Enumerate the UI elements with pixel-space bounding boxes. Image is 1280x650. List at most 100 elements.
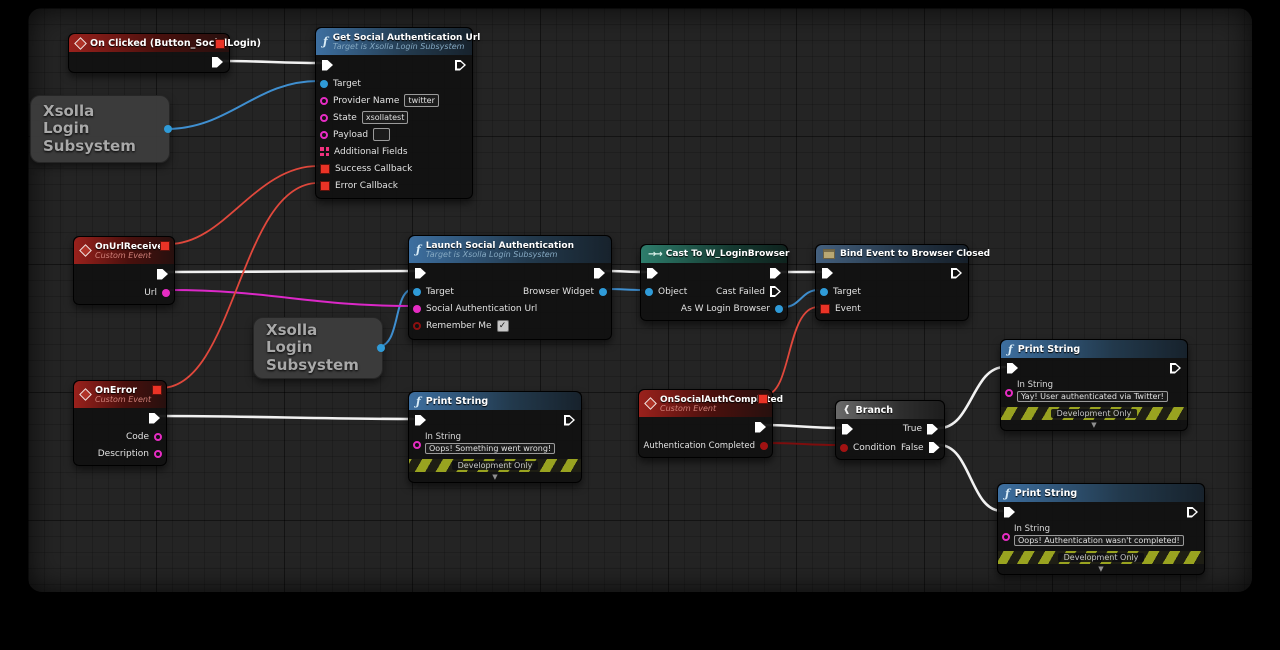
target-pin[interactable]: [320, 80, 328, 88]
additional-fields-pin[interactable]: [320, 147, 329, 156]
payload-pin[interactable]: [320, 131, 328, 139]
auth-completed-out-pin[interactable]: [760, 442, 768, 450]
exec-out-pin[interactable]: [157, 269, 168, 280]
function-icon: ƒ: [323, 35, 328, 48]
node-print-string-success[interactable]: ƒ Print String In String Yay! User authe…: [1000, 339, 1188, 431]
pin-label: Url: [144, 288, 157, 298]
remember-me-pin[interactable]: [413, 322, 421, 330]
exec-out-pin[interactable]: [770, 268, 781, 279]
node-title: Bind Event to Browser Closed: [840, 249, 990, 259]
social-auth-url-pin[interactable]: [413, 305, 421, 313]
variable-xsolla-login-subsystem[interactable]: Xsolla Login Subsystem: [30, 95, 170, 163]
exec-in-pin[interactable]: [1007, 363, 1018, 374]
state-field[interactable]: xsollatest: [362, 111, 409, 124]
pin-label: Additional Fields: [334, 147, 408, 157]
collapse-arrow-icon[interactable]: [1001, 420, 1187, 430]
blueprint-editor: On Clicked (Button_SocialLogin) Xsolla L…: [0, 0, 1280, 650]
node-on-error[interactable]: OnError Custom Event Code Description: [73, 380, 167, 466]
variable-xsolla-login-subsystem[interactable]: Xsolla Login Subsystem: [253, 317, 383, 379]
node-on-url-received[interactable]: OnUrlReceived Custom Event Url: [73, 236, 175, 305]
in-string-pin[interactable]: [1002, 533, 1010, 541]
delegate-pin[interactable]: [215, 39, 225, 49]
exec-out-pin[interactable]: [594, 268, 605, 279]
exec-in-pin[interactable]: [415, 268, 426, 279]
node-subtitle: Target is Xsolla Login Subsystem: [333, 42, 481, 51]
exec-out-pin[interactable]: [755, 422, 766, 433]
function-icon: ƒ: [1008, 343, 1013, 356]
provider-name-pin[interactable]: [320, 97, 328, 105]
cast-failed-exec-pin[interactable]: [770, 286, 781, 297]
exec-in-pin[interactable]: [647, 268, 658, 279]
bind-event-icon: [823, 249, 835, 259]
url-out-pin[interactable]: [162, 289, 170, 297]
in-string-field[interactable]: Oops! Authentication wasn't completed!: [1014, 535, 1184, 546]
collapse-arrow-icon[interactable]: [409, 472, 581, 482]
pin-label: Target: [426, 287, 454, 297]
node-on-clicked[interactable]: On Clicked (Button_SocialLogin): [68, 33, 230, 73]
target-pin[interactable]: [820, 288, 828, 296]
pin-label: Code: [126, 432, 149, 442]
object-pin[interactable]: [645, 288, 653, 296]
object-out-pin[interactable]: [377, 344, 385, 352]
node-print-string-error[interactable]: ƒ Print String In String Oops! Something…: [408, 391, 582, 483]
as-login-browser-out-pin[interactable]: [775, 305, 783, 313]
exec-out-pin[interactable]: [1170, 363, 1181, 374]
node-print-string-not-completed[interactable]: ƒ Print String In String Oops! Authentic…: [997, 483, 1205, 575]
success-callback-pin[interactable]: [320, 164, 330, 174]
event-icon: [79, 244, 92, 257]
true-exec-pin[interactable]: [927, 424, 938, 435]
node-get-social-auth-url[interactable]: ƒ Get Social Authentication Url Target i…: [315, 27, 473, 199]
object-out-pin[interactable]: [164, 125, 172, 133]
in-string-pin[interactable]: [413, 441, 421, 449]
remember-me-checkbox[interactable]: [497, 320, 509, 332]
cast-icon: →→: [648, 249, 661, 260]
development-only-banner: Development Only: [409, 459, 581, 472]
pin-label: Event: [835, 304, 861, 314]
state-pin[interactable]: [320, 114, 328, 122]
target-pin[interactable]: [413, 288, 421, 296]
payload-field[interactable]: [373, 128, 390, 141]
pin-label: Error Callback: [335, 181, 398, 191]
exec-out-pin[interactable]: [212, 57, 223, 68]
browser-widget-out-pin[interactable]: [599, 288, 607, 296]
false-exec-pin[interactable]: [929, 442, 940, 453]
delegate-pin[interactable]: [152, 385, 162, 395]
pin-label: In String: [1017, 380, 1168, 390]
provider-name-field[interactable]: twitter: [404, 94, 438, 107]
collapse-arrow-icon[interactable]: [998, 564, 1204, 574]
pin-label: Remember Me: [426, 321, 492, 331]
pin-label: Success Callback: [335, 164, 412, 174]
exec-in-pin[interactable]: [842, 424, 853, 435]
exec-out-pin[interactable]: [1187, 507, 1198, 518]
condition-pin[interactable]: [840, 444, 848, 452]
in-string-field[interactable]: Oops! Something went wrong!: [425, 443, 555, 454]
in-string-field[interactable]: Yay! User authenticated via Twitter!: [1017, 391, 1168, 402]
exec-out-pin[interactable]: [951, 268, 962, 279]
pin-label: Authentication Completed: [644, 441, 755, 451]
node-launch-social-auth[interactable]: ƒ Launch Social Authentication Target is…: [408, 235, 612, 340]
node-cast-to-login-browser[interactable]: →→ Cast To W_LoginBrowser Object Cast Fa…: [640, 244, 788, 321]
function-icon: ƒ: [416, 243, 421, 256]
node-branch[interactable]: ❰ Branch True Condition False: [835, 400, 945, 460]
description-out-pin[interactable]: [154, 450, 162, 458]
in-string-pin[interactable]: [1005, 389, 1013, 397]
node-title: Print String: [1015, 488, 1077, 499]
event-pin[interactable]: [820, 304, 830, 314]
exec-in-pin[interactable]: [415, 415, 426, 426]
exec-out-pin[interactable]: [455, 60, 466, 71]
error-callback-pin[interactable]: [320, 181, 330, 191]
node-bind-event-browser-closed[interactable]: Bind Event to Browser Closed Target Even…: [815, 244, 969, 321]
node-title: Print String: [1018, 344, 1080, 355]
exec-out-pin[interactable]: [149, 413, 160, 424]
delegate-pin[interactable]: [160, 241, 170, 251]
exec-in-pin[interactable]: [822, 268, 833, 279]
node-title: Cast To W_LoginBrowser: [666, 249, 790, 259]
pin-label: In String: [1014, 524, 1184, 534]
exec-in-pin[interactable]: [1004, 507, 1015, 518]
pin-label: Browser Widget: [523, 287, 594, 297]
node-on-social-auth-completed[interactable]: OnSocialAuthCompleted Custom Event Authe…: [638, 389, 773, 458]
exec-out-pin[interactable]: [564, 415, 575, 426]
delegate-pin[interactable]: [758, 394, 768, 404]
exec-in-pin[interactable]: [322, 60, 333, 71]
code-out-pin[interactable]: [154, 433, 162, 441]
